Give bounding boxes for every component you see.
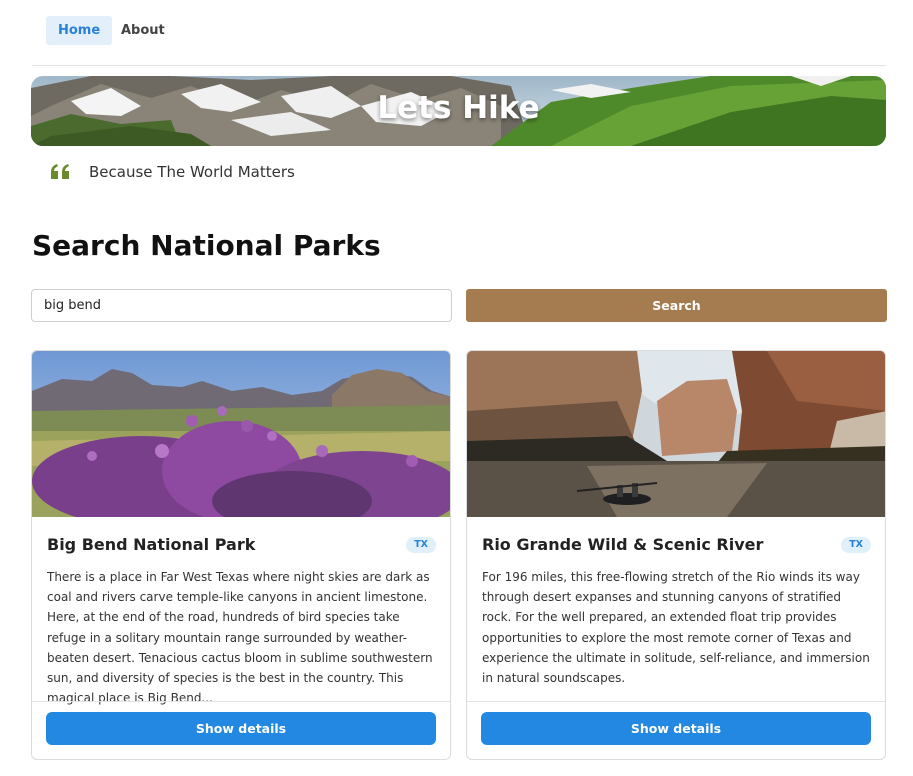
nav-home-link[interactable]: Home	[46, 16, 113, 45]
park-card: Rio Grande Wild & Scenic River TX For 19…	[466, 350, 886, 760]
quote-text: Because The World Matters	[89, 163, 295, 181]
card-divider	[32, 701, 450, 702]
park-description: For 196 miles, this free-flowing stretch…	[482, 570, 870, 686]
park-image-big-bend	[32, 351, 450, 517]
park-description: There is a place in Far West Texas where…	[47, 570, 433, 706]
search-button[interactable]: Search	[466, 289, 887, 322]
show-details-button[interactable]: Show details	[481, 712, 871, 745]
park-title: Big Bend National Park	[47, 535, 256, 554]
state-badge: TX	[406, 537, 436, 553]
search-input[interactable]	[31, 289, 452, 322]
card-divider	[467, 701, 885, 702]
page-title: Search National Parks	[32, 229, 381, 262]
hero-title: Lets Hike	[377, 90, 540, 126]
hero-banner: Lets Hike	[31, 76, 886, 146]
park-card: Big Bend National Park TX There is a pla…	[31, 350, 451, 760]
top-nav: Home About	[32, 13, 886, 66]
nav-about-link[interactable]: About	[109, 16, 177, 45]
park-title: Rio Grande Wild & Scenic River	[482, 535, 764, 554]
park-image-rio-grande	[467, 351, 885, 517]
show-details-button[interactable]: Show details	[46, 712, 436, 745]
quote-icon	[51, 164, 69, 179]
state-badge: TX	[841, 537, 871, 553]
